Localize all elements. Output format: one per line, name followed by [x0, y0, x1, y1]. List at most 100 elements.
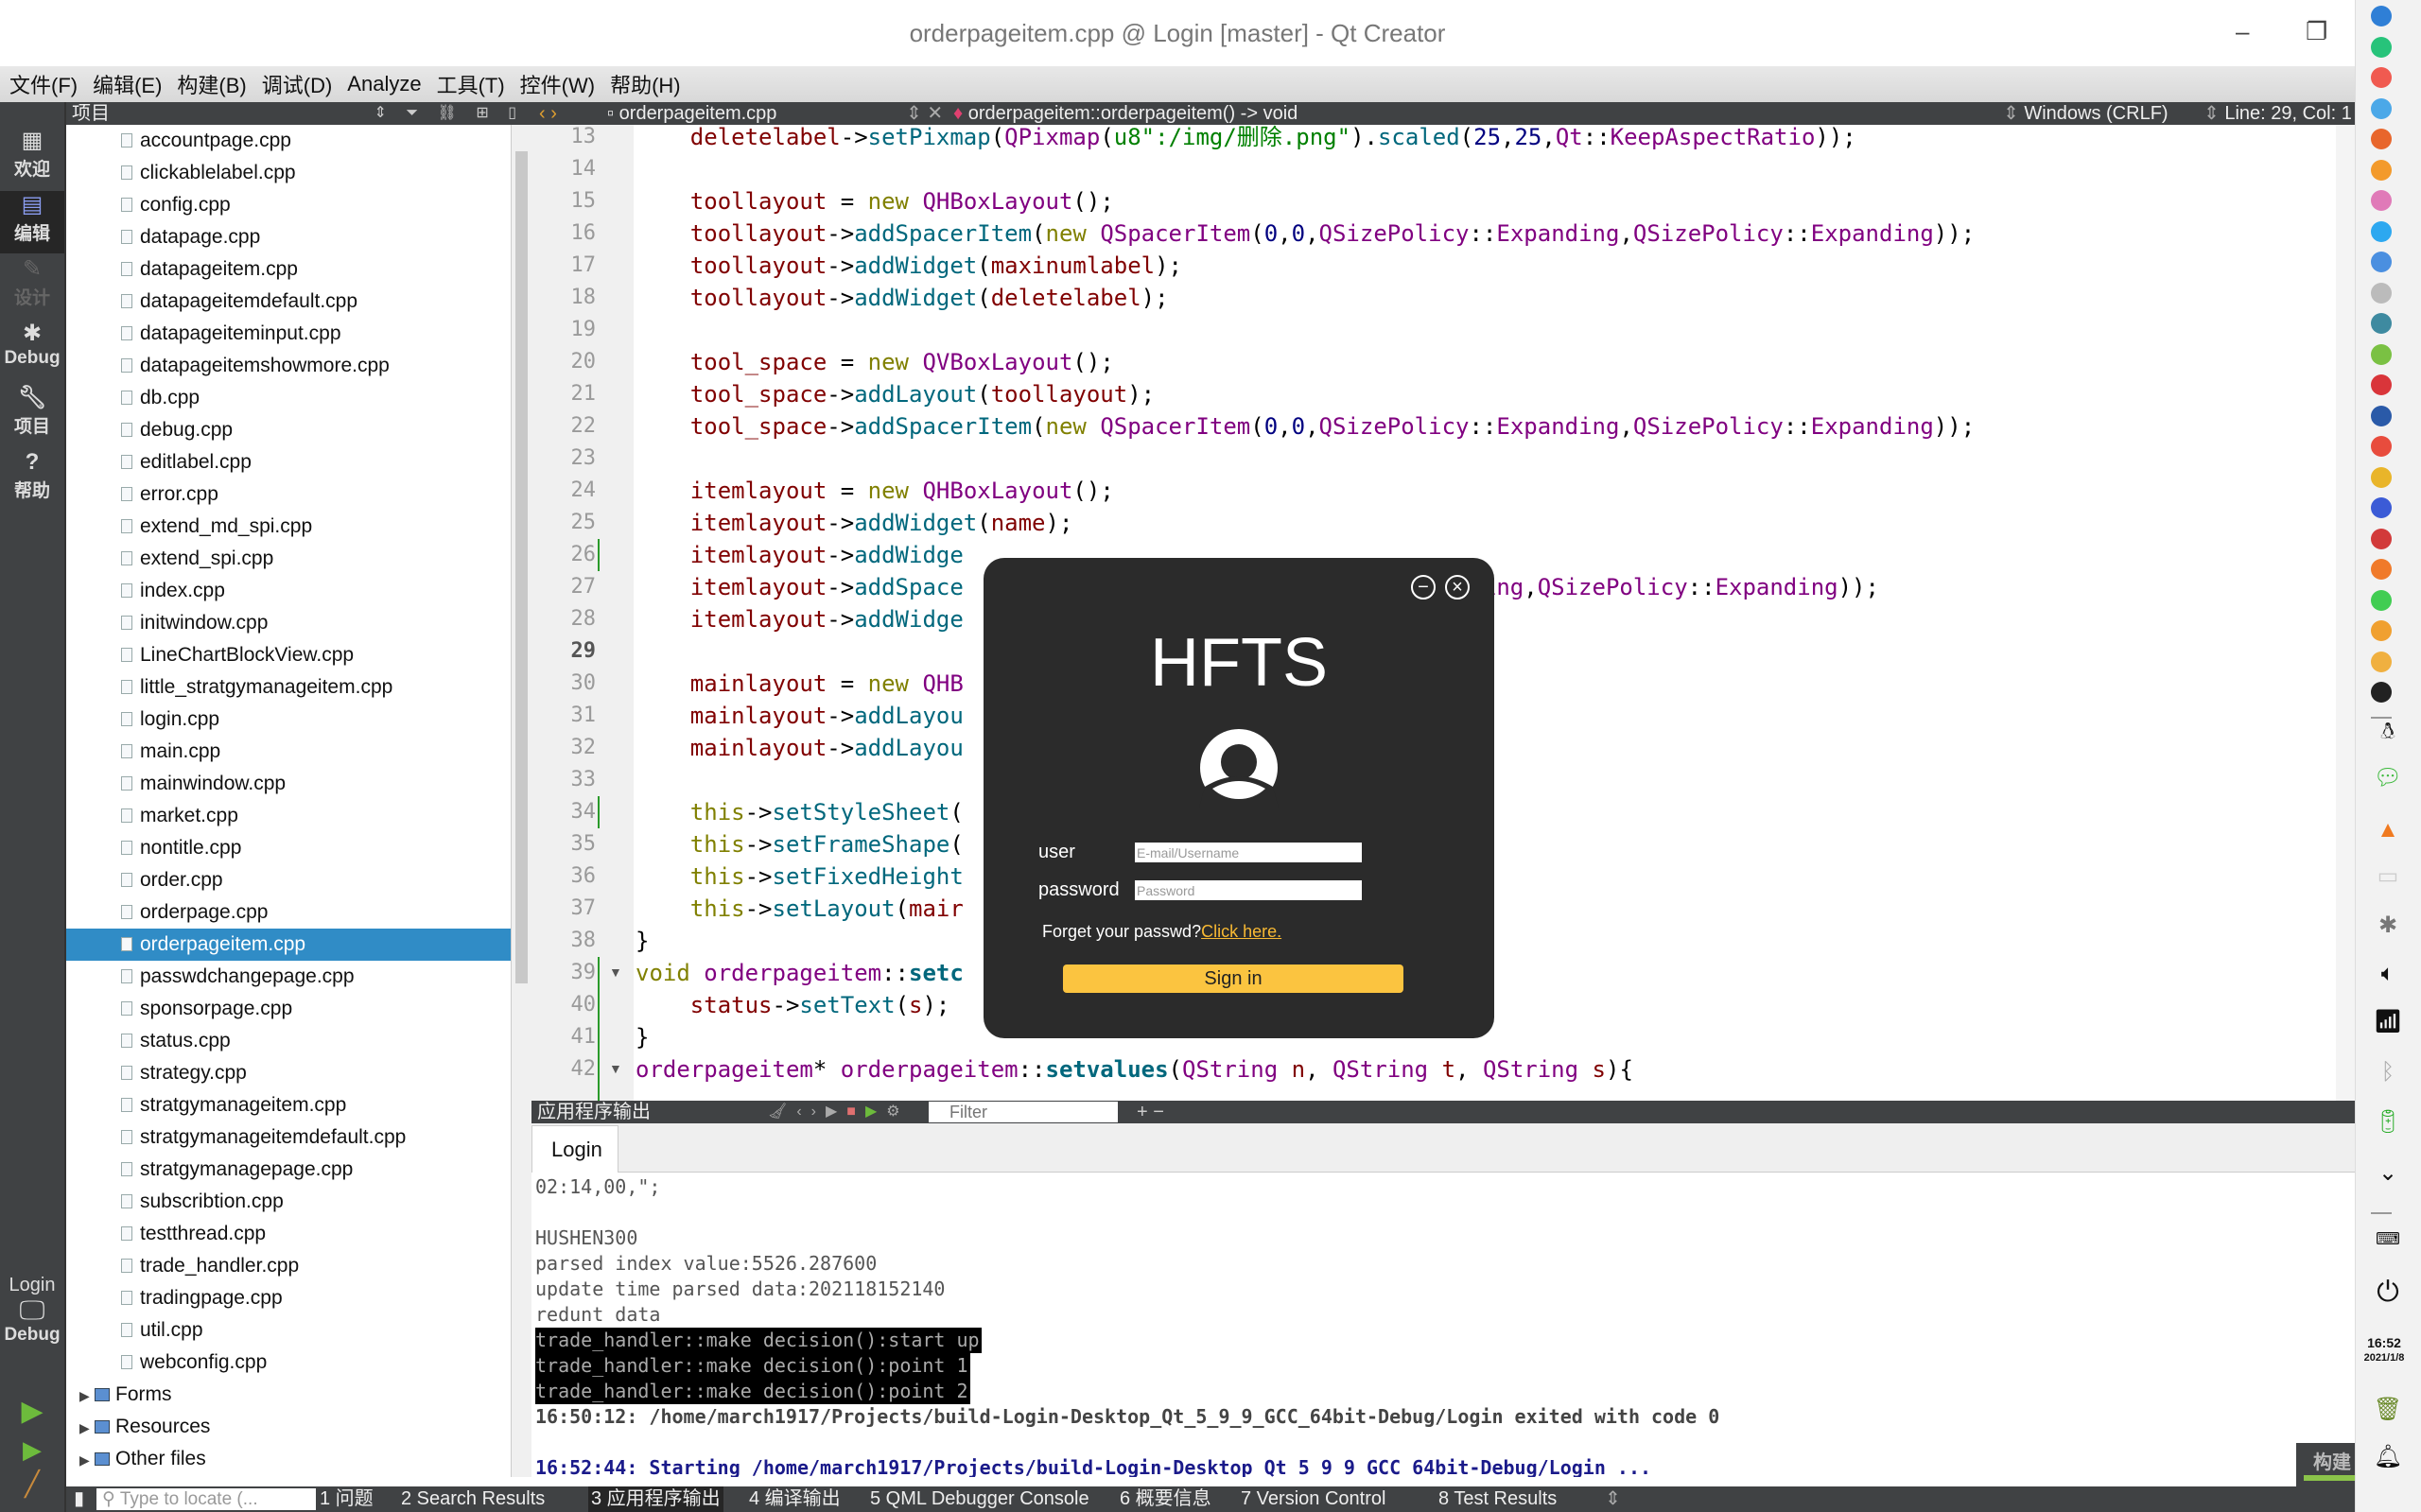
- wifi-icon[interactable]: 📶︎: [2365, 1008, 2411, 1035]
- project-file-item[interactable]: accountpage.cpp: [121, 125, 511, 157]
- close-dialog-button[interactable]: ×: [1445, 575, 1470, 600]
- terminal-icon[interactable]: [2371, 36, 2392, 58]
- mode-debug[interactable]: ✱ Debug: [0, 320, 64, 382]
- pdf-icon[interactable]: [2371, 436, 2392, 457]
- music-icon[interactable]: [2371, 190, 2392, 211]
- menu-tools[interactable]: 工具(T): [437, 69, 505, 99]
- project-file-item[interactable]: datapageitem.cpp: [121, 253, 511, 286]
- locator-input[interactable]: ⚲ Type to locate (...: [96, 1488, 316, 1510]
- keyboard-layout-icon[interactable]: ▭: [2365, 862, 2411, 890]
- fold-arrow-icon[interactable]: ▼: [609, 965, 622, 980]
- nav-back-forward-icon[interactable]: ‹ ›: [539, 102, 557, 125]
- project-file-item[interactable]: extend_spi.cpp: [121, 543, 511, 575]
- file-manager-icon[interactable]: [2371, 97, 2392, 119]
- battery-icon[interactable]: 🔋︎: [2365, 1108, 2411, 1136]
- firefox-icon[interactable]: [2371, 129, 2392, 149]
- build-button[interactable]: ╱: [0, 1469, 64, 1511]
- input-method-icon[interactable]: ✱: [2365, 912, 2411, 939]
- qq-icon[interactable]: [2371, 620, 2392, 641]
- project-file-item[interactable]: error.cpp: [121, 478, 511, 511]
- output-filter-input[interactable]: [929, 1102, 1118, 1122]
- project-file-item[interactable]: strategy.cpp: [121, 1057, 511, 1089]
- project-file-item[interactable]: tradingpage.cpp: [121, 1282, 511, 1314]
- deepin-launcher-icon[interactable]: [2371, 6, 2392, 26]
- restore-button[interactable]: ❐: [2306, 17, 2327, 46]
- zoom-in-out-buttons[interactable]: + −: [1137, 1101, 1164, 1123]
- project-file-item[interactable]: datapage.cpp: [121, 221, 511, 253]
- output-pane-button[interactable]: 2 Search Results: [401, 1486, 545, 1512]
- project-file-item[interactable]: mainwindow.cpp: [121, 768, 511, 800]
- file-selector[interactable]: ▫ orderpageitem.cpp: [607, 102, 776, 125]
- project-file-item[interactable]: order.cpp: [121, 864, 511, 896]
- minimize-dialog-button[interactable]: −: [1411, 575, 1436, 600]
- project-file-item[interactable]: extend_md_spi.cpp: [121, 511, 511, 543]
- output-pane-button[interactable]: 5 QML Debugger Console: [870, 1486, 1089, 1512]
- output-pane-button[interactable]: 7 Version Control: [1241, 1486, 1385, 1512]
- project-folder-item[interactable]: ▶ Resources: [79, 1411, 210, 1443]
- output-pane-button[interactable]: 3 应用程序输出: [588, 1486, 723, 1512]
- project-file-item[interactable]: passwdchangepage.cpp: [121, 961, 511, 993]
- power-icon[interactable]: ⏻: [2365, 1277, 2411, 1309]
- project-file-item[interactable]: webconfig.cpp: [121, 1347, 511, 1379]
- wps-icon[interactable]: [2371, 497, 2392, 518]
- expand-arrow-icon[interactable]: ▶: [79, 1412, 95, 1444]
- mode-edit[interactable]: ▤ 编辑: [0, 191, 64, 253]
- project-file-item[interactable]: nontitle.cpp: [121, 832, 511, 864]
- username-input[interactable]: [1135, 843, 1362, 862]
- volume-icon[interactable]: 🔈︎: [2365, 961, 2411, 987]
- project-file-item[interactable]: subscribtion.cpp: [121, 1186, 511, 1218]
- app-store-icon[interactable]: [2371, 159, 2392, 181]
- close-file-icon[interactable]: ⇕ ✕: [906, 102, 943, 125]
- project-file-item[interactable]: orderpage.cpp: [121, 896, 511, 929]
- build-progress[interactable]: 构建: [2296, 1443, 2355, 1486]
- wechat-icon[interactable]: [2371, 343, 2392, 365]
- expand-arrow-icon[interactable]: ▶: [79, 1380, 95, 1412]
- project-file-item[interactable]: editlabel.cpp: [121, 446, 511, 478]
- project-file-item[interactable]: config.cpp: [121, 189, 511, 221]
- qt-creator-icon[interactable]: [2371, 589, 2392, 611]
- xmind-icon[interactable]: [2371, 528, 2392, 549]
- project-file-item[interactable]: index.cpp: [121, 575, 511, 607]
- project-file-item[interactable]: datapageiteminput.cpp: [121, 318, 511, 350]
- wechat-tray-icon[interactable]: 💬︎: [2365, 764, 2411, 791]
- project-file-item[interactable]: little_stratgymanageitem.cpp: [121, 671, 511, 704]
- output-pane-button[interactable]: 8 Test Results: [1438, 1486, 1557, 1512]
- project-file-item[interactable]: datapageitemdefault.cpp: [121, 286, 511, 318]
- image-viewer-icon[interactable]: [2371, 559, 2392, 580]
- netease-music-icon[interactable]: [2371, 374, 2392, 395]
- clock[interactable]: 16:52 2021/1/8: [2356, 1335, 2412, 1365]
- project-file-item[interactable]: debug.cpp: [121, 414, 511, 446]
- output-pane-button[interactable]: 4 编译输出: [749, 1486, 841, 1512]
- project-file-item[interactable]: main.cpp: [121, 736, 511, 768]
- mode-welcome[interactable]: ▦ 欢迎: [0, 127, 64, 189]
- menu-file[interactable]: 文件(F): [9, 69, 78, 99]
- notes-icon[interactable]: [2371, 651, 2392, 672]
- project-tree-scrollbar[interactable]: [511, 125, 531, 1477]
- wallet-icon[interactable]: [2371, 682, 2392, 703]
- project-file-item[interactable]: stratgymanageitemdefault.cpp: [121, 1121, 511, 1154]
- project-file-item[interactable]: market.cpp: [121, 800, 511, 832]
- project-file-item[interactable]: stratgymanageitem.cpp: [121, 1089, 511, 1121]
- project-file-item[interactable]: sponsorpage.cpp: [121, 993, 511, 1025]
- menu-build[interactable]: 构建(B): [177, 69, 246, 99]
- qq-tray-icon[interactable]: 🐧︎: [2365, 719, 2411, 748]
- menu-debug[interactable]: 调试(D): [262, 69, 333, 99]
- notification-bell-icon[interactable]: 🔔︎: [2365, 1443, 2411, 1470]
- chat-icon[interactable]: [2371, 220, 2392, 242]
- project-file-item[interactable]: login.cpp: [121, 704, 511, 736]
- toggle-sidebar-icon[interactable]: ▮: [74, 1486, 84, 1512]
- output-controls[interactable]: 🧹︎‹›▶■▶⚙: [768, 1101, 910, 1123]
- fold-arrow-icon[interactable]: ▼: [609, 1061, 622, 1076]
- atom-icon[interactable]: [2371, 313, 2392, 334]
- output-pane-button[interactable]: 6 概要信息: [1120, 1486, 1211, 1512]
- trash-icon[interactable]: 🗑︎: [2365, 1396, 2411, 1423]
- onscreen-keyboard-icon[interactable]: ⌨: [2365, 1229, 2411, 1249]
- vscode-icon[interactable]: [2371, 405, 2392, 426]
- forgot-password-link[interactable]: Click here.: [1201, 922, 1281, 941]
- line-ending-selector[interactable]: ⇕ Windows (CRLF): [2003, 102, 2168, 125]
- project-folder-item[interactable]: ▶ Forms: [79, 1379, 172, 1411]
- project-folder-item[interactable]: ▶ Other files: [79, 1443, 206, 1475]
- project-file-item[interactable]: util.cpp: [121, 1314, 511, 1347]
- run-target-selector[interactable]: Login 🖵︎ Debug: [0, 1275, 64, 1388]
- bluetooth-icon[interactable]: ᛒ: [2365, 1059, 2411, 1086]
